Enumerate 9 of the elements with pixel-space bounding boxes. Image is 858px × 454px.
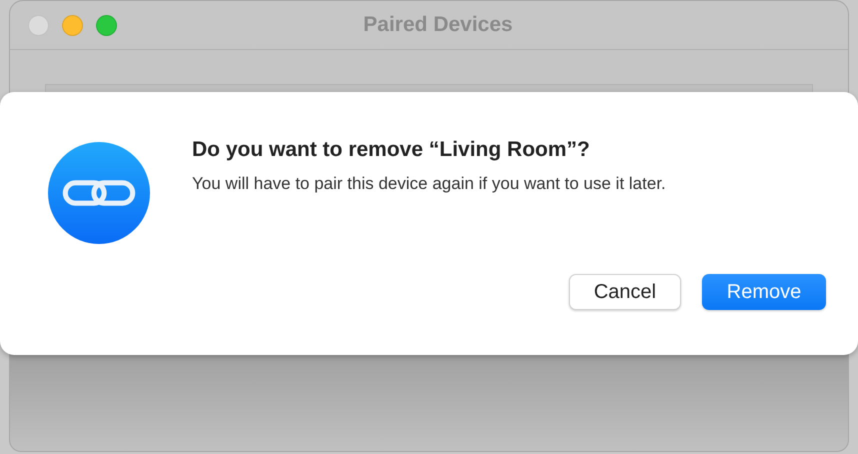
dialog-title: Do you want to remove “Living Room”? xyxy=(192,138,591,162)
close-button[interactable] xyxy=(28,14,49,36)
cancel-button[interactable]: Cancel xyxy=(569,274,681,310)
link-icon xyxy=(48,142,150,244)
zoom-button[interactable] xyxy=(96,14,117,36)
minimize-button[interactable] xyxy=(62,14,83,36)
window-title: Paired Devices xyxy=(363,13,513,37)
dialog-message: You will have to pair this device again if you want to use it later. xyxy=(192,174,667,194)
remove-button[interactable]: Remove xyxy=(702,274,826,310)
